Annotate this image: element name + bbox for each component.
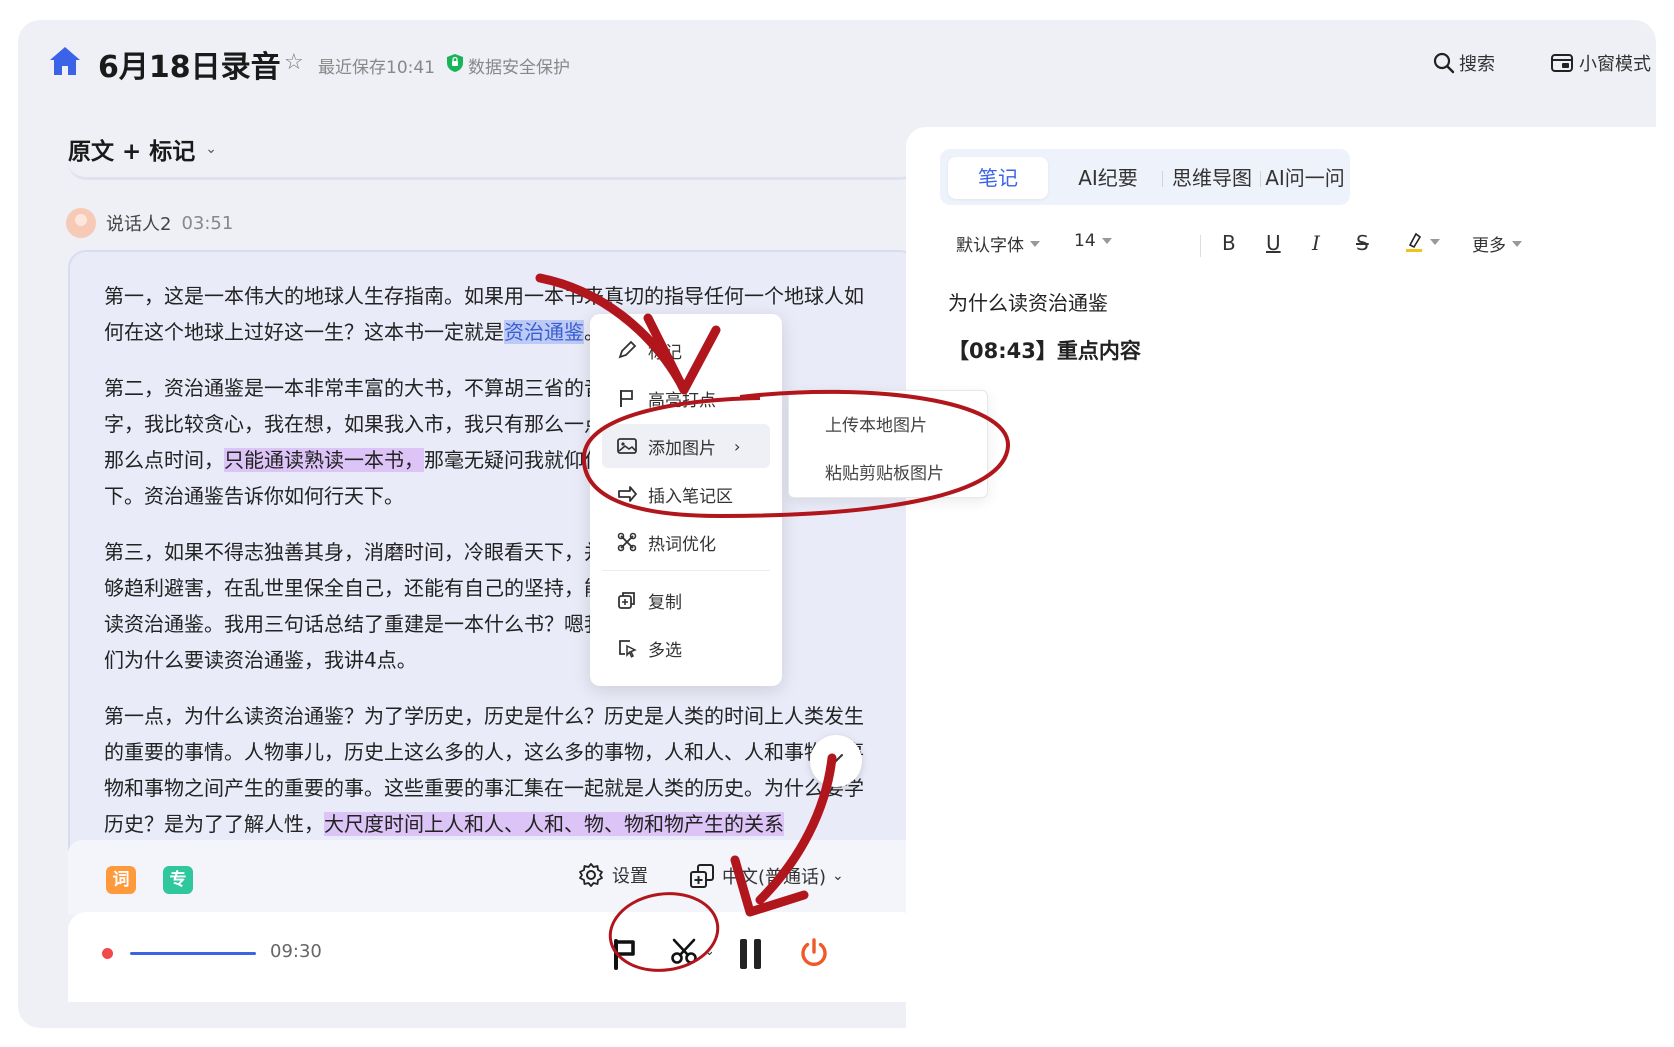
chevron-down-icon: ⌄ (832, 868, 844, 884)
mini-mode-label: 小窗模式 (1579, 54, 1651, 75)
menu-item-multiselect[interactable]: 多选 (602, 626, 770, 670)
avatar (66, 208, 96, 238)
copy-icon (618, 592, 635, 609)
divider (68, 162, 918, 180)
menu-item-add-image[interactable]: 添加图片 › (602, 424, 770, 468)
page-title[interactable]: 6月18日录音 (98, 42, 281, 86)
search-button[interactable]: 搜索 (1433, 50, 1495, 76)
context-menu: 标记 高亮打点 添加图片 › 插入笔记区 热词优化 复制 多选 (590, 314, 782, 686)
font-size-select[interactable]: 14 (1074, 231, 1112, 251)
language-select[interactable]: 中文(普通话) ⌄ (688, 862, 844, 890)
view-mode-select[interactable]: 原文 + 标记 ⌄ (68, 132, 217, 166)
tab-ai-ask[interactable]: AI问一问 (1262, 157, 1348, 199)
highlighter-icon (1406, 232, 1422, 252)
chevron-down-icon: ⌄ (704, 943, 715, 959)
tab-notes[interactable]: 笔记 (948, 157, 1048, 199)
insert-arrow-icon (618, 486, 637, 502)
dropdown-icon (1512, 240, 1522, 247)
select-cursor-icon (619, 640, 637, 658)
recording-indicator (102, 948, 113, 959)
transcript-toolbar: 词 专 设置 中文(普通话) ⌄ (68, 840, 918, 915)
gear-icon (579, 863, 603, 887)
speaker-row: 说话人2 03:51 (66, 208, 233, 238)
dropdown-icon (1101, 238, 1112, 244)
tab-separator (1260, 171, 1261, 187)
chevron-down-icon: ⌄ (205, 141, 218, 157)
transcript-text[interactable]: 第一，这是一本伟大的地球人生存指南。如果用一本书来真切的指导任何一个地球人如何在… (68, 250, 918, 850)
bold-button[interactable]: B (1222, 231, 1236, 255)
chevron-right-icon: › (734, 436, 741, 456)
notes-tabs: 笔记 AI纪要 思维导图 AI问一问 (940, 149, 1350, 205)
menu-item-mark[interactable]: 标记 (602, 328, 770, 372)
term-tag-button[interactable]: 专 (163, 866, 193, 894)
flag-icon (620, 390, 633, 407)
flag-icon[interactable] (611, 938, 639, 970)
add-image-submenu: 上传本地图片 粘贴剪贴板图片 (788, 390, 988, 498)
star-icon[interactable]: ☆ (284, 50, 304, 75)
note-heading[interactable]: 【08:43】重点内容 (948, 335, 1141, 365)
menu-item-copy[interactable]: 复制 (602, 578, 770, 622)
more-button[interactable]: 更多 (1472, 231, 1522, 256)
view-mode-label: 原文 + 标记 (68, 139, 196, 165)
home-icon[interactable] (48, 44, 82, 78)
speaker-time[interactable]: 03:51 (181, 213, 233, 234)
audio-waveform (130, 952, 256, 955)
language-label: 中文(普通话) (722, 867, 827, 888)
search-label: 搜索 (1459, 54, 1495, 75)
scissors-icon (671, 938, 697, 964)
hotword-tag-button[interactable]: 词 (106, 866, 136, 894)
menu-item-insert-note[interactable]: 插入笔记区 (602, 472, 770, 516)
paste-clipboard-image[interactable]: 粘贴剪贴板图片 (825, 459, 944, 484)
highlight-text[interactable]: 只能通读熟读一本书， (224, 448, 424, 472)
edit-float-button[interactable] (810, 735, 862, 787)
font-family-select[interactable]: 默认字体 (956, 231, 1040, 256)
security-label: 数据安全保护 (468, 58, 570, 78)
pen-icon (618, 340, 637, 359)
image-icon (617, 438, 637, 454)
menu-separator (602, 570, 770, 571)
notes-panel: 笔记 AI纪要 思维导图 AI问一问 默认字体 14 B U I S 更多 为什… (906, 127, 1656, 1028)
search-icon (1433, 52, 1455, 74)
strikethrough-button[interactable]: S (1356, 231, 1369, 255)
highlight-color-select[interactable] (1404, 231, 1440, 253)
selected-text[interactable]: 资治通鉴 (504, 320, 584, 344)
settings-label: 设置 (612, 866, 648, 887)
hotword-icon (617, 532, 637, 552)
menu-item-hotword[interactable]: 热词优化 (602, 520, 770, 564)
highlight-text[interactable]: 大尺度时间上人和人、人和、物、物和物产生的关系 (324, 812, 784, 836)
pause-icon[interactable] (740, 939, 762, 969)
app-window: 6月18日录音 ☆ 最近保存10:41 数据安全保护 搜索 小窗模式 原文 + … (18, 20, 1656, 1028)
toolbar-separator (1200, 235, 1201, 257)
upload-local-image[interactable]: 上传本地图片 (825, 411, 927, 436)
tab-mind-map[interactable]: 思维导图 (1164, 157, 1260, 199)
menu-item-highlight[interactable]: 高亮打点 (602, 376, 770, 420)
settings-button[interactable]: 设置 (578, 862, 648, 888)
dropdown-icon (1030, 240, 1040, 247)
pencil-icon (829, 754, 843, 769)
note-text[interactable]: 为什么读资治通鉴 (948, 287, 1108, 316)
paragraph-4[interactable]: 第一点，为什么读资治通鉴？为了学历史，历史是什么？历史是人类的时间上人类发生的重… (104, 698, 882, 842)
speaker-name[interactable]: 说话人2 (106, 210, 171, 236)
recording-player: 09:30 ⌄ (68, 912, 918, 1002)
underline-button[interactable]: U (1266, 231, 1281, 255)
dropdown-icon (1430, 239, 1440, 245)
format-toolbar: 默认字体 14 B U I S 更多 (956, 231, 1522, 261)
shield-icon (447, 54, 463, 72)
save-status: 最近保存10:41 (318, 58, 435, 78)
window-icon (1551, 54, 1573, 72)
header: 6月18日录音 ☆ 最近保存10:41 数据安全保护 搜索 小窗模式 (18, 20, 1656, 108)
recording-time: 09:30 (270, 941, 322, 962)
transcript-panel: 原文 + 标记 ⌄ 说话人2 03:51 第一，这是一本伟大的地球人生存指南。如… (48, 110, 928, 1028)
translate-icon (690, 864, 714, 888)
mini-mode-button[interactable]: 小窗模式 (1550, 50, 1651, 76)
cut-button[interactable]: ⌄ (668, 936, 715, 966)
tab-separator (1162, 171, 1163, 187)
tab-ai-summary[interactable]: AI纪要 (1056, 157, 1160, 199)
italic-button[interactable]: I (1312, 231, 1320, 255)
power-icon[interactable] (798, 937, 830, 969)
